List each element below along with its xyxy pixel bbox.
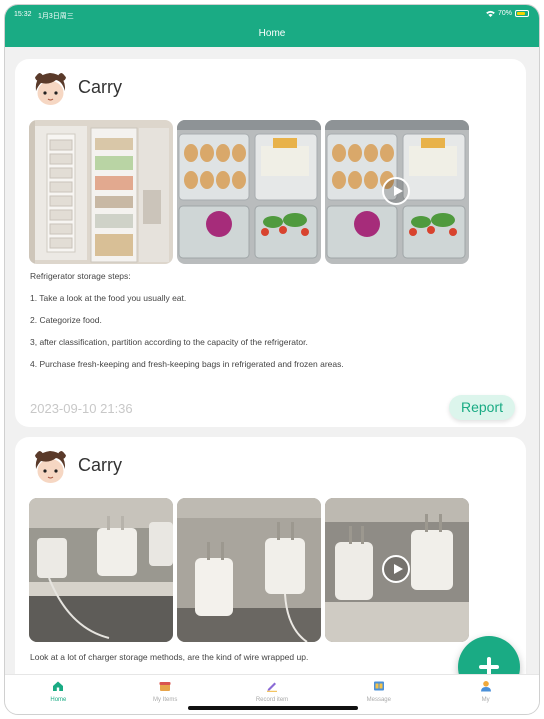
username[interactable]: Carry	[78, 455, 122, 476]
status-time: 15:32	[14, 11, 32, 18]
description-line: Look at a lot of charger storage methods…	[30, 652, 309, 662]
post-card: Carry	[15, 437, 526, 677]
tab-label: Record item	[255, 697, 289, 703]
app-header: 15:32 1月3日周三 70% Home	[5, 5, 539, 47]
description-line: 2. Categorize food.	[30, 315, 102, 325]
tab-my[interactable]: My	[432, 675, 539, 714]
post-description: Look at a lot of charger storage methods…	[30, 652, 308, 662]
status-indicators: 70%	[486, 10, 529, 17]
description-line: 1. Take a look at the food you usually e…	[30, 293, 187, 303]
device-frame: 15:32 1月3日周三 70% Home Carry Refrigerator…	[4, 4, 540, 715]
avatar-image	[35, 451, 66, 483]
post-photo[interactable]	[29, 120, 173, 264]
description-line: 4. Purchase fresh-keeping and fresh-keep…	[30, 359, 344, 369]
tab-label: Message	[366, 697, 391, 703]
avatar[interactable]	[32, 447, 69, 484]
tab-label: My	[481, 697, 490, 703]
photo-gallery	[29, 498, 469, 642]
report-button[interactable]: Report	[449, 395, 515, 420]
avatar-image	[35, 73, 66, 105]
pen-icon	[266, 682, 277, 692]
description-line: 3, after classification, partition accor…	[30, 337, 308, 347]
tab-label: My Items	[153, 697, 178, 703]
person-icon	[480, 681, 491, 692]
description-line: Refrigerator storage steps:	[30, 271, 131, 281]
photo-gallery	[29, 120, 469, 264]
post-feed[interactable]: Carry Refrigerator storage steps: 1. Tak…	[5, 47, 539, 677]
home-indicator	[188, 706, 358, 710]
home-icon	[53, 681, 64, 691]
battery-icon	[515, 10, 529, 17]
post-photo[interactable]	[177, 120, 321, 264]
wifi-icon	[486, 10, 495, 17]
play-icon[interactable]	[382, 555, 410, 583]
post-description: Refrigerator storage steps: 1. Take a lo…	[30, 272, 344, 382]
tab-label: Home	[50, 697, 67, 703]
play-icon[interactable]	[382, 177, 410, 205]
post-date: 2023-09-10 21:36	[30, 401, 133, 416]
username[interactable]: Carry	[78, 77, 122, 98]
post-photo[interactable]	[177, 498, 321, 642]
page-title: Home	[258, 28, 286, 39]
post-video[interactable]	[325, 120, 469, 264]
status-date: 1月3日周三	[38, 13, 74, 20]
message-icon	[373, 681, 384, 691]
post-photo[interactable]	[29, 498, 173, 642]
tab-home[interactable]: Home	[5, 675, 112, 714]
post-video[interactable]	[325, 498, 469, 642]
tab-bar: Home My Items Record item Message My	[5, 674, 539, 714]
battery-percent: 70%	[497, 10, 512, 17]
box-icon	[159, 682, 171, 691]
post-card: Carry	[15, 59, 526, 427]
avatar[interactable]	[32, 69, 69, 106]
